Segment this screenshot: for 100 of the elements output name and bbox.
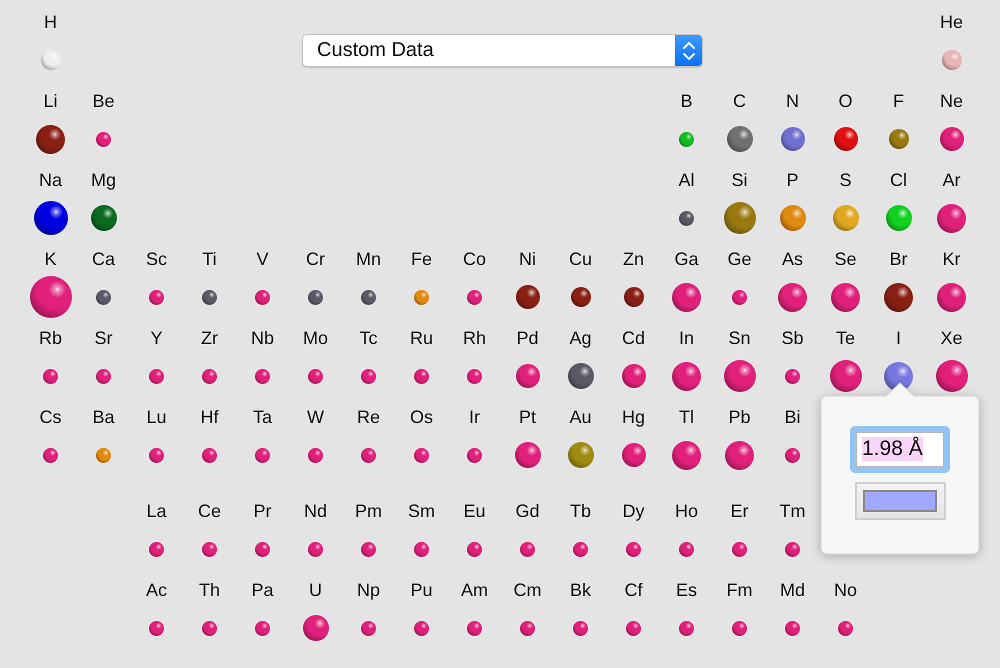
atom-sphere[interactable] bbox=[255, 620, 270, 636]
atom-sphere[interactable] bbox=[785, 448, 800, 462]
atom-sphere[interactable] bbox=[570, 287, 590, 307]
atom-sphere[interactable] bbox=[679, 620, 694, 636]
atom-sphere[interactable] bbox=[302, 615, 328, 641]
atom-sphere[interactable] bbox=[308, 290, 323, 304]
atom-sphere[interactable] bbox=[724, 360, 756, 392]
atom-sphere[interactable] bbox=[679, 542, 694, 556]
atom-sphere[interactable] bbox=[785, 368, 800, 384]
atom-sphere[interactable] bbox=[888, 129, 908, 149]
atom-sphere[interactable] bbox=[672, 282, 701, 312]
atom-sphere[interactable] bbox=[778, 282, 807, 312]
atom-sphere[interactable] bbox=[34, 201, 68, 235]
atom-sphere[interactable] bbox=[725, 440, 754, 470]
atom-sphere[interactable] bbox=[467, 542, 482, 556]
atom-sphere[interactable] bbox=[149, 620, 164, 636]
atom-sphere[interactable] bbox=[834, 127, 858, 151]
data-source-popup[interactable]: Custom Data bbox=[302, 34, 703, 67]
atom-sphere[interactable] bbox=[255, 368, 270, 384]
atom-sphere[interactable] bbox=[940, 127, 964, 151]
element-symbol: Pr bbox=[252, 501, 272, 521]
atom-sphere[interactable] bbox=[202, 542, 217, 556]
atom-sphere[interactable] bbox=[573, 542, 588, 556]
atom-sphere[interactable] bbox=[308, 448, 323, 462]
atom-sphere[interactable] bbox=[202, 368, 217, 384]
element-symbol: Cd bbox=[620, 328, 646, 348]
atom-sphere[interactable] bbox=[732, 290, 747, 304]
atom-sphere[interactable] bbox=[96, 290, 111, 304]
atom-sphere[interactable] bbox=[255, 448, 270, 462]
atom-sphere[interactable] bbox=[255, 290, 270, 304]
atom-sphere[interactable] bbox=[732, 542, 747, 556]
element-symbol: Hf bbox=[200, 407, 220, 427]
atom-sphere[interactable] bbox=[732, 620, 747, 636]
atom-sphere[interactable] bbox=[202, 448, 217, 462]
atom-sphere[interactable] bbox=[520, 542, 535, 556]
atom-sphere[interactable] bbox=[361, 620, 376, 636]
atom-sphere[interactable] bbox=[308, 542, 323, 556]
atom-sphere[interactable] bbox=[361, 368, 376, 384]
atom-sphere[interactable] bbox=[467, 448, 482, 462]
atom-sphere[interactable] bbox=[96, 132, 111, 146]
atom-sphere[interactable] bbox=[831, 282, 860, 312]
color-well[interactable] bbox=[854, 482, 946, 520]
element-symbol: C bbox=[732, 91, 747, 111]
element-symbol: Eu bbox=[462, 501, 487, 521]
atom-sphere[interactable] bbox=[785, 542, 800, 556]
atom-sphere[interactable] bbox=[679, 210, 694, 226]
atom-sphere[interactable] bbox=[308, 368, 323, 384]
atom-sphere[interactable] bbox=[96, 368, 111, 384]
atom-sphere[interactable] bbox=[149, 290, 164, 304]
atom-sphere[interactable] bbox=[937, 282, 966, 312]
atom-sphere[interactable] bbox=[937, 204, 966, 232]
atom-sphere[interactable] bbox=[726, 126, 752, 152]
atom-sphere[interactable] bbox=[202, 290, 217, 304]
atom-sphere[interactable] bbox=[624, 287, 644, 307]
atom-sphere[interactable] bbox=[414, 542, 429, 556]
atom-sphere[interactable] bbox=[780, 127, 804, 151]
atom-sphere[interactable] bbox=[672, 362, 701, 390]
element-symbol: No bbox=[832, 580, 858, 600]
atom-sphere[interactable] bbox=[672, 440, 701, 470]
atom-sphere[interactable] bbox=[516, 364, 540, 388]
atom-sphere[interactable] bbox=[149, 368, 164, 384]
atom-sphere[interactable] bbox=[361, 290, 376, 304]
atom-sphere[interactable] bbox=[626, 620, 641, 636]
atom-sphere[interactable] bbox=[361, 448, 376, 462]
atom-sphere[interactable] bbox=[361, 542, 376, 556]
atom-sphere[interactable] bbox=[467, 368, 482, 384]
atom-sphere[interactable] bbox=[838, 620, 853, 636]
atom-sphere[interactable] bbox=[202, 620, 217, 636]
atom-sphere[interactable] bbox=[36, 124, 65, 154]
atom-sphere[interactable] bbox=[43, 368, 58, 384]
atom-sphere[interactable] bbox=[622, 364, 646, 388]
atom-sphere[interactable] bbox=[149, 448, 164, 462]
atom-sphere[interactable] bbox=[573, 620, 588, 636]
element-symbol: Ga bbox=[673, 249, 700, 269]
atom-sphere[interactable] bbox=[936, 360, 968, 392]
atom-sphere[interactable] bbox=[520, 620, 535, 636]
atom-sphere[interactable] bbox=[785, 620, 800, 636]
atom-sphere[interactable] bbox=[90, 205, 116, 231]
radius-field[interactable]: 1.98 Å bbox=[856, 432, 944, 466]
atom-sphere[interactable] bbox=[724, 202, 756, 234]
element-symbol: Th bbox=[198, 580, 221, 600]
atom-sphere[interactable] bbox=[622, 443, 646, 467]
atom-sphere[interactable] bbox=[149, 542, 164, 556]
atom-sphere[interactable] bbox=[30, 276, 72, 318]
atom-sphere[interactable] bbox=[414, 620, 429, 636]
atom-sphere[interactable] bbox=[830, 360, 862, 392]
atom-sphere[interactable] bbox=[43, 448, 58, 462]
atom-sphere[interactable] bbox=[516, 285, 540, 309]
atom-sphere[interactable] bbox=[514, 442, 540, 468]
atom-sphere[interactable] bbox=[568, 442, 594, 468]
atom-sphere[interactable] bbox=[568, 363, 594, 389]
element-symbol: Re bbox=[356, 407, 381, 427]
atom-sphere[interactable] bbox=[414, 368, 429, 384]
atom-sphere[interactable] bbox=[467, 620, 482, 636]
atom-sphere[interactable] bbox=[414, 448, 429, 462]
atom-sphere[interactable] bbox=[255, 542, 270, 556]
atom-sphere[interactable] bbox=[626, 542, 641, 556]
atom-sphere[interactable] bbox=[884, 282, 913, 312]
atom-sphere[interactable] bbox=[467, 290, 482, 304]
atom-sphere[interactable] bbox=[884, 362, 913, 390]
